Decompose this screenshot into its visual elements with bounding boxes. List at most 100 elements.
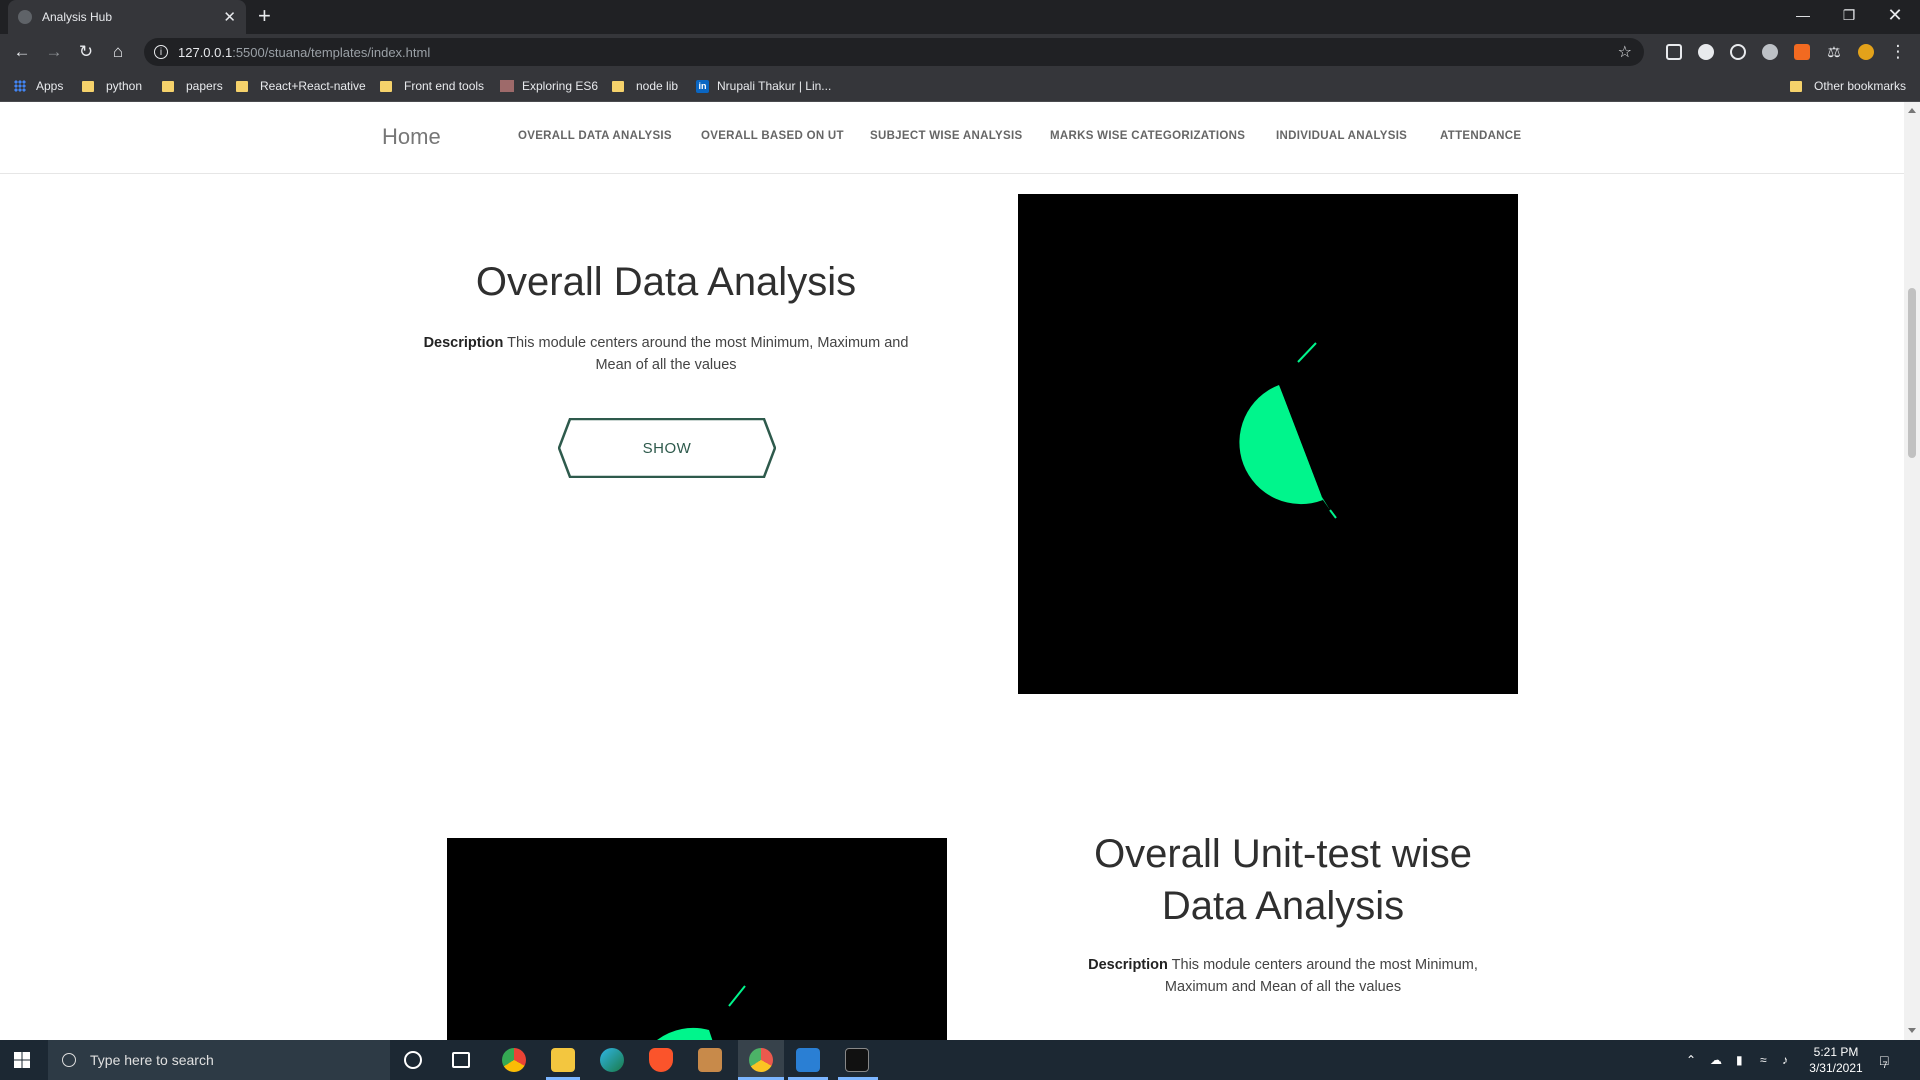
volume-icon[interactable]: ♪	[1782, 1040, 1788, 1080]
edge-icon[interactable]	[600, 1048, 624, 1072]
folder-icon	[612, 80, 624, 92]
notification-center-icon[interactable]: □ 7	[1880, 1040, 1888, 1080]
nav-subject-wise-analysis[interactable]: SUBJECT WISE ANALYSIS	[870, 130, 1022, 142]
clock-time: 5:21 PM	[1813, 1045, 1859, 1059]
slice-line	[1329, 509, 1337, 519]
onedrive-icon[interactable]: ☁	[1710, 1040, 1722, 1080]
site-navbar: Home OVERALL DATA ANALYSIS OVERALL BASED…	[0, 102, 1904, 174]
description-label: Description	[423, 335, 504, 351]
nav-individual-analysis[interactable]: INDIVIDUAL ANALYSIS	[1276, 130, 1407, 142]
reload-icon[interactable]: ↻	[74, 40, 98, 64]
folder-icon	[82, 80, 94, 92]
browser-tab[interactable]: Analysis Hub ✕	[8, 0, 246, 34]
bookmark-front-end-tools[interactable]: Front end tools	[380, 77, 484, 95]
bookmark-node-lib[interactable]: node lib	[612, 77, 678, 95]
windows-start-icon[interactable]	[14, 1052, 30, 1068]
slice-line	[1297, 342, 1317, 363]
show-button-label: SHOW	[642, 439, 692, 457]
nav-overall-data-analysis[interactable]: OVERALL DATA ANALYSIS	[518, 130, 672, 142]
section-description: Description This module centers around t…	[1088, 957, 1478, 995]
browser-toolbar: ← → ↻ ⌂ i 127.0.0.1:5500/stuana/template…	[0, 34, 1920, 70]
new-tab-button[interactable]: +	[258, 4, 271, 28]
puzzle-extensions-icon[interactable]: ⚖	[1822, 40, 1846, 64]
clock-date: 3/31/2021	[1809, 1061, 1863, 1075]
bookmark-exploring-es6[interactable]: Exploring ES6	[500, 77, 598, 95]
tab-strip: Analysis Hub ✕ + — ❐ ✕	[0, 0, 1920, 34]
show-hidden-icons[interactable]: ⌃	[1686, 1040, 1696, 1080]
metamask-icon[interactable]	[1794, 44, 1810, 60]
terminal-icon[interactable]	[845, 1048, 869, 1072]
search-icon	[62, 1053, 76, 1067]
extension-icon[interactable]	[1730, 44, 1746, 60]
scroll-down-arrow-icon[interactable]	[1908, 1028, 1916, 1033]
nav-brand-home[interactable]: Home	[382, 124, 441, 150]
bookmarks-bar: Apps python papers React+React-native Fr…	[0, 70, 1920, 102]
bookmark-star-icon[interactable]: ☆	[1618, 42, 1632, 62]
bookmark-linkedin[interactable]: in Nrupali Thakur | Lin...	[696, 77, 831, 95]
file-explorer-icon[interactable]	[551, 1048, 575, 1072]
es6-favicon-icon	[500, 80, 514, 92]
task-view-icon[interactable]	[452, 1052, 470, 1068]
forward-icon[interactable]: →	[42, 40, 66, 64]
section-title-unit-test: Overall Unit-test wise Data Analysis	[1094, 832, 1472, 928]
scroll-thumb[interactable]	[1908, 288, 1916, 458]
home-icon[interactable]: ⌂	[106, 40, 130, 64]
folder-icon	[1790, 80, 1802, 92]
pie-slice	[1239, 385, 1323, 505]
page-scrollbar[interactable]	[1904, 102, 1920, 1040]
other-bookmarks[interactable]: Other bookmarks	[1790, 77, 1906, 95]
active-window-highlight	[738, 1040, 784, 1080]
bookmark-react[interactable]: React+React-native	[236, 77, 366, 95]
battery-icon[interactable]: ▮	[1736, 1040, 1743, 1080]
brave-icon[interactable]	[649, 1048, 673, 1072]
folder-icon	[236, 80, 248, 92]
bookmark-papers[interactable]: papers	[162, 77, 223, 95]
slice-line	[728, 985, 746, 1007]
nav-attendance[interactable]: ATTENDANCE	[1440, 130, 1521, 142]
windows-taskbar: Type here to search ⌃ ☁ ▮ ≈ ♪ 5:21 PM 3/…	[0, 1040, 1920, 1080]
bookmark-python[interactable]: python	[82, 77, 142, 95]
close-window-icon[interactable]: ✕	[1872, 0, 1918, 30]
extension-icon[interactable]	[1762, 44, 1778, 60]
lock-extension-icon[interactable]	[1666, 44, 1682, 60]
taskbar-search[interactable]: Type here to search	[48, 1040, 390, 1080]
wifi-icon[interactable]: ≈	[1760, 1040, 1767, 1080]
folder-icon	[162, 80, 174, 92]
vscode-icon[interactable]	[796, 1048, 820, 1072]
overall-analysis-chart	[1018, 194, 1518, 694]
nav-marks-wise-categorizations[interactable]: MARKS WISE CATEGORIZATIONS	[1050, 130, 1245, 142]
scroll-up-arrow-icon[interactable]	[1908, 108, 1916, 113]
search-placeholder: Type here to search	[90, 1052, 214, 1068]
bookmark-apps[interactable]: Apps	[14, 77, 63, 95]
description-label: Description	[1088, 957, 1168, 973]
chart-canvas	[1239, 342, 1337, 519]
tab-title: Analysis Hub	[42, 10, 113, 24]
taskbar-clock[interactable]: 5:21 PM 3/31/2021	[1804, 1044, 1868, 1076]
page-viewport: Home OVERALL DATA ANALYSIS OVERALL BASED…	[0, 102, 1904, 1040]
address-bar[interactable]: i 127.0.0.1:5500/stuana/templates/index.…	[144, 38, 1644, 66]
profile-avatar[interactable]	[1858, 44, 1874, 60]
back-icon[interactable]: ←	[10, 40, 34, 64]
site-info-icon[interactable]: i	[154, 45, 168, 59]
chrome-icon[interactable]	[502, 1048, 526, 1072]
nav-overall-based-on-ut[interactable]: OVERALL BASED ON UT	[701, 130, 844, 142]
unit-test-analysis-chart	[447, 838, 947, 1040]
linkedin-icon: in	[696, 79, 709, 93]
package-app-icon[interactable]	[698, 1048, 722, 1072]
cortana-icon[interactable]	[404, 1051, 422, 1069]
folder-icon	[380, 80, 392, 92]
pie-slice	[657, 1027, 713, 1040]
restore-icon[interactable]: ❐	[1826, 0, 1872, 30]
extension-icon[interactable]	[1698, 44, 1714, 60]
show-button[interactable]: SHOW	[557, 417, 777, 479]
apps-grid-icon	[14, 80, 26, 92]
section-title-overall: Overall Data Analysis	[475, 260, 857, 304]
minimize-icon[interactable]: —	[1780, 0, 1826, 30]
section-description: Description This module centers around t…	[423, 335, 909, 373]
chart-canvas	[657, 985, 746, 1040]
menu-dots-icon[interactable]: ⋮	[1886, 40, 1910, 64]
url-host: 127.0.0.1	[178, 44, 233, 60]
close-tab-icon[interactable]: ✕	[223, 8, 236, 26]
globe-icon	[18, 10, 32, 24]
notification-count: 7	[1882, 1060, 1888, 1070]
